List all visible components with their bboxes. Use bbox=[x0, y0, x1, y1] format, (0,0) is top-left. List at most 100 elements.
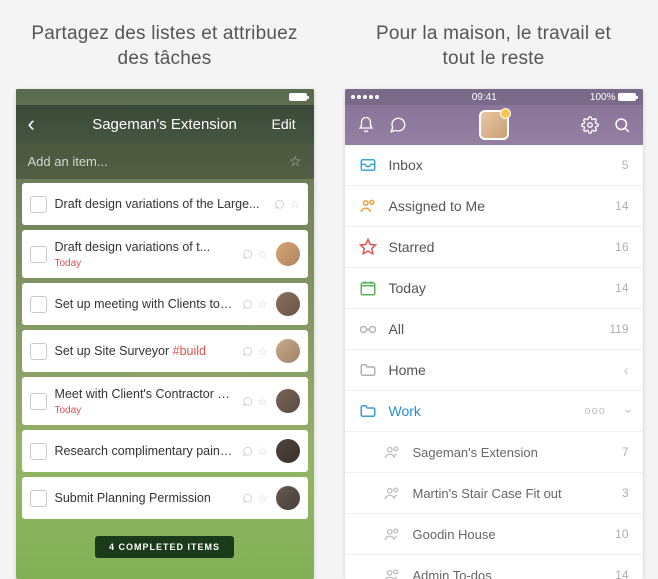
battery-icon bbox=[618, 93, 636, 101]
folder-label: Inbox bbox=[389, 157, 610, 173]
subfolder-label: Admin To-dos bbox=[413, 568, 604, 579]
battery-icon bbox=[289, 93, 307, 101]
folder-row[interactable]: Starred 16 bbox=[345, 227, 643, 268]
task-title: Meet with Client's Contractor #pl...Toda… bbox=[55, 386, 234, 417]
folder-row[interactable]: Work ooo ‹ bbox=[345, 391, 643, 432]
task-meta-icons: ☆ bbox=[242, 492, 268, 505]
folder-label: Today bbox=[389, 280, 604, 296]
people-icon bbox=[383, 484, 401, 502]
completed-pill[interactable]: 4 COMPLETED ITEMS bbox=[95, 536, 234, 558]
people-icon bbox=[383, 566, 401, 579]
subfolder-row[interactable]: Martin's Stair Case Fit out 3 bbox=[345, 473, 643, 514]
status-time: 09:41 bbox=[472, 92, 497, 103]
assignee-avatar bbox=[276, 389, 300, 413]
task-checkbox[interactable] bbox=[30, 196, 47, 213]
folder-label: Home bbox=[389, 362, 612, 378]
folder-count: 14 bbox=[615, 199, 628, 213]
task-row[interactable]: Set up Site Surveyor #build ☆ bbox=[22, 330, 308, 372]
subfolder-count: 10 bbox=[615, 527, 628, 541]
chat-icon[interactable] bbox=[389, 116, 407, 134]
task-meta-icons: ☆ bbox=[242, 298, 268, 311]
signal-icon bbox=[351, 95, 379, 99]
infinity-icon bbox=[359, 320, 377, 338]
people-icon bbox=[383, 525, 401, 543]
folder-count: 5 bbox=[622, 158, 629, 172]
search-icon[interactable] bbox=[613, 116, 631, 134]
folder-count: 119 bbox=[609, 322, 628, 336]
phone-right: 09:41 100% Inbox 5 Assigned to Me 14 bbox=[345, 89, 643, 579]
assignee-avatar bbox=[276, 292, 300, 316]
folder-row[interactable]: Today 14 bbox=[345, 268, 643, 309]
subfolder-label: Martin's Stair Case Fit out bbox=[413, 486, 610, 501]
task-checkbox[interactable] bbox=[30, 443, 47, 460]
subfolder-row[interactable]: Sageman's Extension 7 bbox=[345, 432, 643, 473]
assignee-avatar bbox=[276, 486, 300, 510]
task-meta-icons: ☆ bbox=[242, 248, 268, 261]
folder-label: Starred bbox=[389, 239, 604, 255]
folder-count: 14 bbox=[615, 281, 628, 295]
nav-title: Sageman's Extension bbox=[58, 116, 272, 133]
folder-icon bbox=[359, 361, 377, 379]
task-meta-icons: ☆ bbox=[242, 445, 268, 458]
task-title: Research complimentary paint co... bbox=[55, 443, 234, 459]
folder-label: Work bbox=[389, 403, 573, 419]
subfolder-count: 14 bbox=[615, 568, 628, 579]
chevron-down-icon: ‹ bbox=[618, 409, 634, 414]
phone-left: 09:41 100% ‹ Sageman's Extension Edit Ad… bbox=[16, 89, 314, 579]
folder-icon bbox=[359, 402, 377, 420]
more-icon[interactable]: ooo bbox=[584, 405, 605, 417]
task-row[interactable]: Submit Planning Permission ☆ bbox=[22, 477, 308, 519]
subfolder-label: Sageman's Extension bbox=[413, 445, 610, 460]
star-icon[interactable]: ☆ bbox=[289, 153, 302, 170]
cal-icon bbox=[359, 279, 377, 297]
folder-label: All bbox=[389, 321, 598, 337]
battery-pct: 100% bbox=[590, 92, 616, 103]
assignee-avatar bbox=[276, 242, 300, 266]
task-row[interactable]: Meet with Client's Contractor #pl...Toda… bbox=[22, 377, 308, 425]
task-row[interactable]: Set up meeting with Clients to di... ☆ bbox=[22, 283, 308, 325]
subfolder-label: Goodin House bbox=[413, 527, 604, 542]
subfolder-row[interactable]: Goodin House 10 bbox=[345, 514, 643, 555]
task-row[interactable]: Research complimentary paint co... ☆ bbox=[22, 430, 308, 472]
people-icon bbox=[383, 443, 401, 461]
folder-label: Assigned to Me bbox=[389, 198, 604, 214]
inbox-icon bbox=[359, 156, 377, 174]
task-meta-icons: ☆ bbox=[242, 345, 268, 358]
caption-left: Partagez des listes et attribuez des tâc… bbox=[10, 0, 319, 89]
task-meta-icons: ☆ bbox=[242, 395, 268, 408]
bell-icon[interactable] bbox=[357, 116, 375, 134]
status-bar: 09:41 100% bbox=[345, 89, 643, 105]
task-checkbox[interactable] bbox=[30, 296, 47, 313]
gear-icon[interactable] bbox=[581, 116, 599, 134]
task-checkbox[interactable] bbox=[30, 393, 47, 410]
folder-count: 16 bbox=[615, 240, 628, 254]
edit-button[interactable]: Edit bbox=[272, 116, 302, 132]
caption-right: Pour la maison, le travail et tout le re… bbox=[339, 0, 648, 89]
subfolder-count: 7 bbox=[622, 445, 629, 459]
task-row[interactable]: Draft design variations of the Large... … bbox=[22, 183, 308, 225]
star-icon bbox=[359, 238, 377, 256]
task-checkbox[interactable] bbox=[30, 343, 47, 360]
folder-row[interactable]: Home ‹ bbox=[345, 350, 643, 391]
chevron-left-icon: ‹ bbox=[624, 362, 629, 378]
subfolder-row[interactable]: Admin To-dos 14 bbox=[345, 555, 643, 579]
folder-row[interactable]: Assigned to Me 14 bbox=[345, 186, 643, 227]
folder-row[interactable]: Inbox 5 bbox=[345, 145, 643, 186]
task-checkbox[interactable] bbox=[30, 246, 47, 263]
task-row[interactable]: Draft design variations of t...Today ☆ bbox=[22, 230, 308, 278]
user-icon bbox=[359, 197, 377, 215]
task-title: Draft design variations of the Large... bbox=[55, 196, 266, 212]
assignee-avatar bbox=[276, 439, 300, 463]
assignee-avatar bbox=[276, 339, 300, 363]
task-meta-icons: ☆ bbox=[274, 198, 300, 211]
back-button[interactable]: ‹ bbox=[28, 111, 58, 137]
task-title: Draft design variations of t...Today bbox=[55, 239, 234, 270]
folder-row[interactable]: All 119 bbox=[345, 309, 643, 350]
task-title: Set up Site Surveyor #build bbox=[55, 343, 234, 359]
task-title: Submit Planning Permission bbox=[55, 490, 234, 506]
task-title: Set up meeting with Clients to di... bbox=[55, 296, 234, 312]
profile-avatar[interactable] bbox=[479, 110, 509, 140]
add-item-input[interactable]: Add an item... bbox=[28, 154, 108, 169]
subfolder-count: 3 bbox=[622, 486, 629, 500]
task-checkbox[interactable] bbox=[30, 490, 47, 507]
